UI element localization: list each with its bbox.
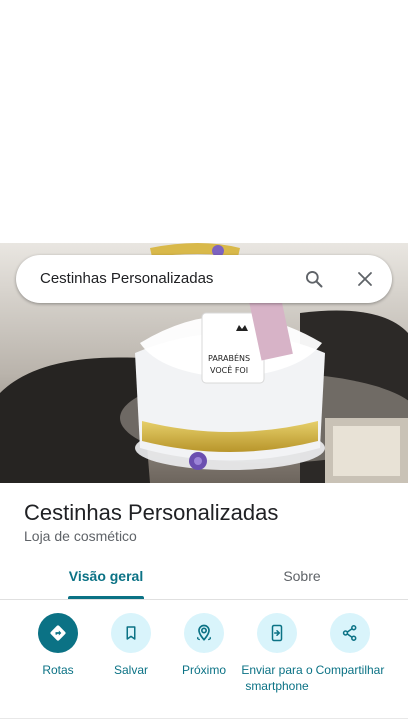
save-label: Salvar [113,663,148,677]
mug-text-1: PARABÉNS [208,352,250,363]
tab-about[interactable]: Sobre [252,560,352,600]
search-bar[interactable]: Cestinhas Personalizadas [16,255,392,303]
search-icon[interactable] [302,267,326,291]
bottom-divider [0,718,408,719]
nearby-button[interactable]: Próximo [166,613,242,678]
tab-overview[interactable]: Visão geral [56,560,156,600]
directions-label: Rotas [42,663,74,677]
search-input[interactable]: Cestinhas Personalizadas [40,255,213,303]
tabs-divider [0,599,408,600]
place-title: Cestinhas Personalizadas [24,500,279,525]
send-to-phone-icon [257,613,297,653]
map-blank-area [0,0,408,243]
nearby-label: Próximo [181,663,226,677]
share-button[interactable]: Compartilhar [312,613,388,678]
place-category: Loja de cosmético [24,528,137,544]
close-icon[interactable] [353,267,377,291]
send-to-phone-label: Enviar para o smartphone [241,663,313,693]
directions-icon [38,613,78,653]
directions-button[interactable]: Rotas [20,613,96,678]
send-to-phone-button[interactable]: Enviar para o smartphone [239,613,315,694]
save-button[interactable]: Salvar [93,613,169,678]
share-label: Compartilhar [315,663,385,677]
share-icon [330,613,370,653]
mug-text-2: VOCÊ FOI [210,364,248,375]
bookmark-icon [111,613,151,653]
nearby-icon [184,613,224,653]
